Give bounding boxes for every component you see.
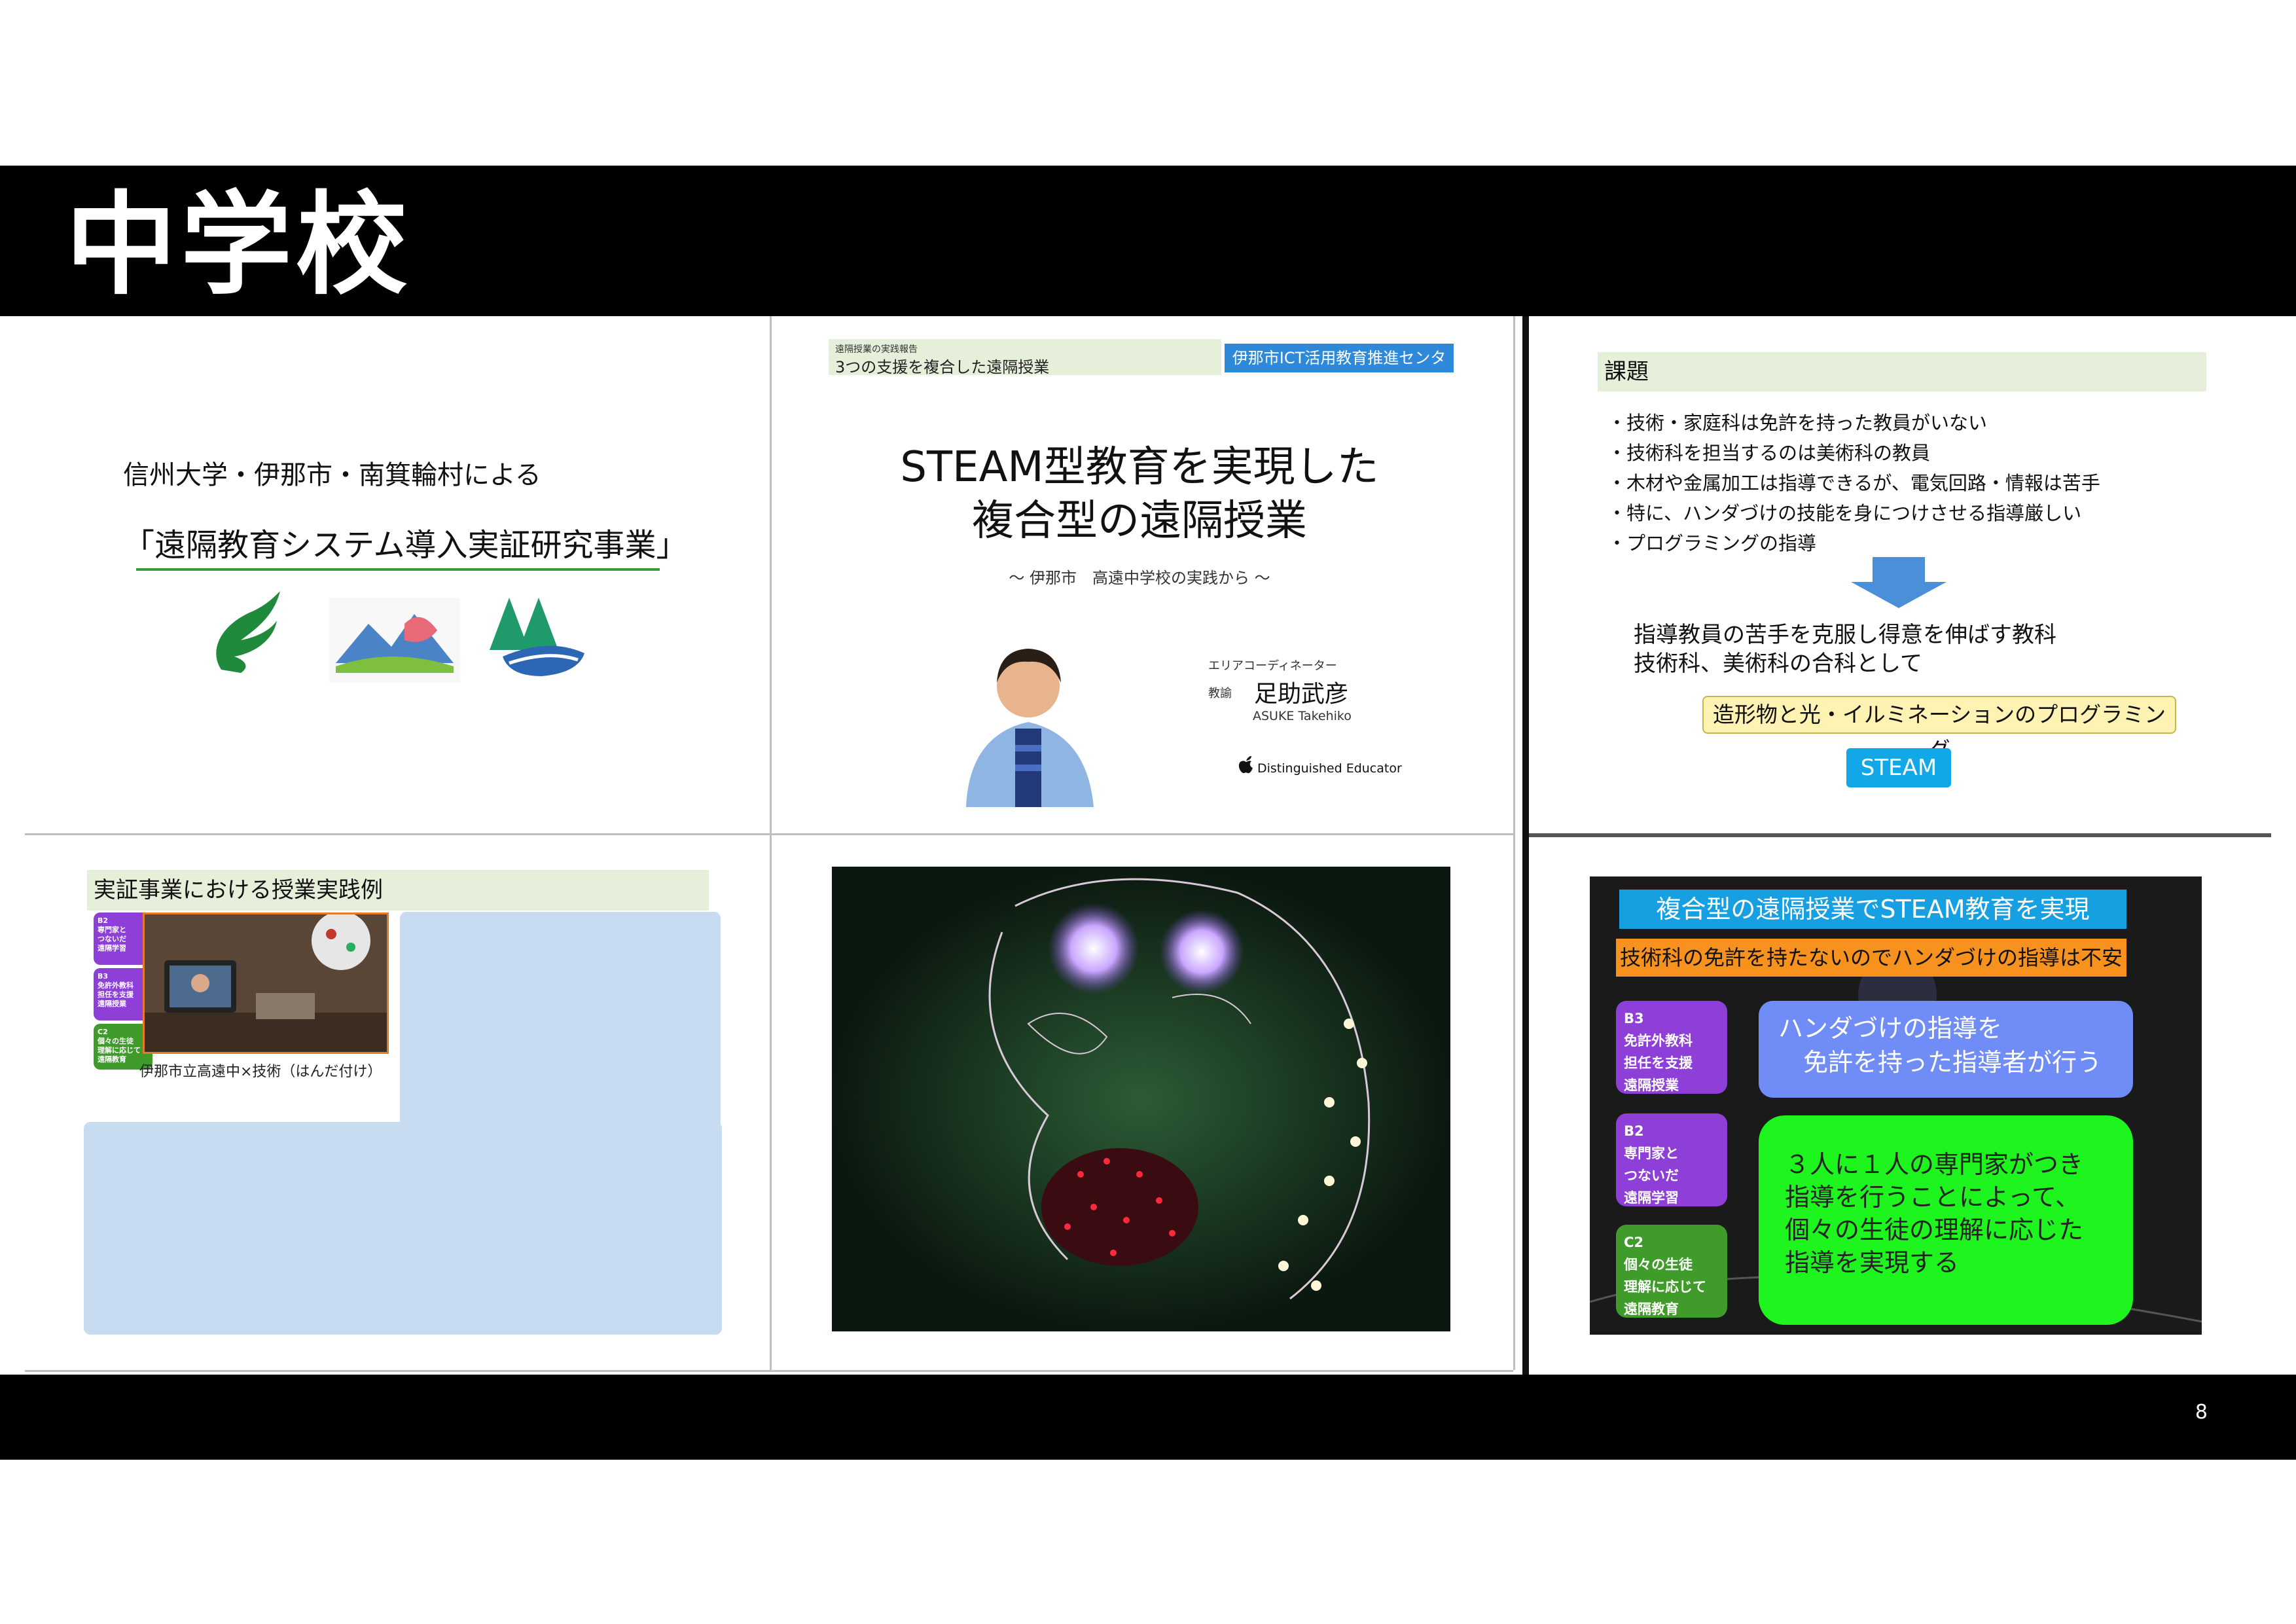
support-line: 指導を実現する — [1785, 1248, 1960, 1277]
slide1-underline — [136, 568, 660, 571]
classroom-photo — [143, 912, 389, 1054]
slide-challenges: 課題 技術・家庭科は免許を持った教員がいない 技術科を担当するのは美術科の教員 … — [1529, 316, 2271, 833]
practice-heading: 実証事業における授業実践例 — [87, 870, 709, 911]
list-item: 特に、ハンダづけの技能を身につけさせる指導厳しい — [1607, 498, 2100, 528]
shinshu-univ-logo-icon — [216, 591, 280, 673]
challenge-list: 技術・家庭科は免許を持った教員がいない 技術科を担当するのは美術科の教員 木材や… — [1607, 408, 2100, 558]
minamiminowa-logo-icon — [490, 598, 584, 676]
list-item: 技術・家庭科は免許を持った教員がいない — [1607, 408, 2100, 438]
slide-steam-realization: 複合型の遠隔授業でSTEAM教育を実現 技術科の免許を持たないのでハンダづけの指… — [1529, 837, 2271, 1371]
tag-c2: C2 個々の生徒 理解に応じて 遠隔教育 — [1616, 1225, 1727, 1318]
presenter-name: 足助武彦 — [1254, 681, 1349, 708]
slide2-subtitle: ～ 伊那市 高遠中学校の実践から ～ — [1009, 569, 1270, 587]
tag-text: 個々の生徒 理解に応じて 遠隔教育 — [1624, 1257, 1706, 1317]
presenter-name-roman: ASUKE Takehiko — [1253, 709, 1352, 723]
support-line: 個々の生徒の理解に応じた — [1785, 1216, 2084, 1244]
apple-logo-icon — [1238, 756, 1253, 774]
expert-line2: 免許を持った指導者が行う — [1778, 1048, 2102, 1077]
highlight-box: 造形物と光・イルミネーションのプログラミング — [1702, 696, 2176, 763]
steam-summary-panel: 複合型の遠隔授業でSTEAM教育を実現 技術科の免許を持たないのでハンダづけの指… — [1590, 876, 2202, 1335]
support-line: ３人に１人の専門家がつき — [1785, 1150, 2084, 1179]
list-item: 技術科を担当するのは美術科の教員 — [1607, 438, 2100, 468]
tag-code: B2 — [1624, 1123, 1644, 1139]
grid-divider — [1522, 316, 1529, 1375]
presenter-title-label: 教諭 — [1208, 687, 1232, 700]
steam-heading: 複合型の遠隔授業でSTEAM教育を実現 — [1619, 890, 2126, 929]
slide-illumination-photo — [770, 837, 1513, 1371]
solution-text: 指導教員の苦手を克服し得意を伸ばす教科 技術科、美術科の合科として — [1634, 621, 2056, 678]
tag-b3: B3 免許外教科 担任を支援 遠隔授業 — [1616, 1001, 1727, 1094]
slide2-title-line2: 複合型の遠隔授業 — [972, 497, 1307, 545]
placeholder-panel — [84, 1122, 722, 1335]
slide1-subtitle: 信州大学・伊那市・南箕輪村による — [123, 460, 541, 490]
tag-text: 免許外教科 担任を支援 遠隔授業 — [98, 981, 134, 1008]
grid-divider — [25, 833, 1513, 835]
tag-code: C2 — [1624, 1235, 1644, 1250]
slide1-title: 「遠隔教育システム導入実証研究事業」 — [123, 527, 688, 564]
slide-steam-report: 遠隔授業の実践報告 3つの支援を複合した遠隔授業 伊那市ICT活用教育推進センタ… — [770, 316, 1513, 833]
tag-b2: B2 専門家と つないだ 遠隔学習 — [1616, 1113, 1727, 1206]
expert-line1: ハンダづけの指導を — [1778, 1014, 2003, 1043]
tag-text: 専門家と つないだ 遠隔学習 — [1624, 1146, 1679, 1206]
list-item: プログラミングの指導 — [1607, 528, 2100, 558]
report-band-small: 遠隔授業の実践報告 — [835, 344, 918, 355]
wire-sculpture-photo — [832, 867, 1450, 1331]
ina-city-logo-icon — [329, 598, 460, 683]
steam-badge: STEAM — [1846, 748, 1951, 787]
individual-support-box: ３人に１人の専門家がつき 指導を行うことによって、 個々の生徒の理解に応じた 指… — [1759, 1115, 2133, 1325]
grid-divider — [1529, 833, 2271, 837]
tag-code: C2 — [98, 1028, 108, 1036]
report-band-main: 3つの支援を複合した遠隔授業 — [835, 358, 1050, 376]
solution-line2: 技術科、美術科の合科として — [1634, 651, 1922, 677]
photo-caption: 伊那市立高遠中×技術（はんだ付け） — [139, 1064, 382, 1080]
down-arrow-icon — [1851, 557, 1946, 608]
solution-line1: 指導教員の苦手を克服し得意を伸ばす教科 — [1634, 622, 2056, 648]
tag-text: 免許外教科 担任を支援 遠隔授業 — [1624, 1033, 1693, 1093]
distinguished-educator-label: Distinguished Educator — [1257, 761, 1402, 776]
support-line: 指導を行うことによって、 — [1785, 1183, 2081, 1212]
slide-practice-example: 実証事業における授業実践例 B2 専門家と つないだ 遠隔学習 B3 免許外教科… — [25, 837, 770, 1371]
concern-bar: 技術科の免許を持たないのでハンダづけの指導は不安 — [1616, 939, 2126, 977]
partner-logos — [216, 591, 584, 683]
tag-code: B2 — [98, 916, 109, 925]
page-number: 8 — [2195, 1401, 2208, 1424]
slide-collage: 信州大学・伊那市・南箕輪村による 「遠隔教育システム導入実証研究事業」 遠隔授業… — [25, 316, 2271, 1375]
expert-guidance-box: ハンダづけの指導を 免許を持った指導者が行う — [1759, 1001, 2133, 1098]
tag-text: 専門家と つないだ 遠隔学習 — [98, 926, 126, 952]
grid-divider — [25, 1370, 1513, 1372]
grid-divider — [1513, 316, 1515, 1370]
slide2-title: STEAM型教育を実現した 複合型の遠隔授業 — [770, 441, 1509, 548]
slide2-title-line1: STEAM型教育を実現した — [900, 443, 1379, 492]
challenge-heading: 課題 — [1598, 352, 2206, 391]
grid-divider — [770, 316, 772, 1370]
center-badge: 伊那市ICT活用教育推進センター — [1225, 344, 1454, 396]
page-title: 中学校 — [65, 181, 412, 310]
presenter-photo — [953, 624, 1103, 807]
list-item: 木材や金属加工は指導できるが、電気回路・情報は苦手 — [1607, 468, 2100, 498]
tag-code: B3 — [1624, 1011, 1644, 1026]
placeholder-panel — [400, 912, 721, 1134]
presenter-role: エリアコーディネーター — [1208, 659, 1337, 673]
slide-project-title: 信州大学・伊那市・南箕輪村による 「遠隔教育システム導入実証研究事業」 — [25, 316, 770, 833]
tag-code: B3 — [98, 972, 109, 981]
footer-band — [0, 1375, 2296, 1460]
